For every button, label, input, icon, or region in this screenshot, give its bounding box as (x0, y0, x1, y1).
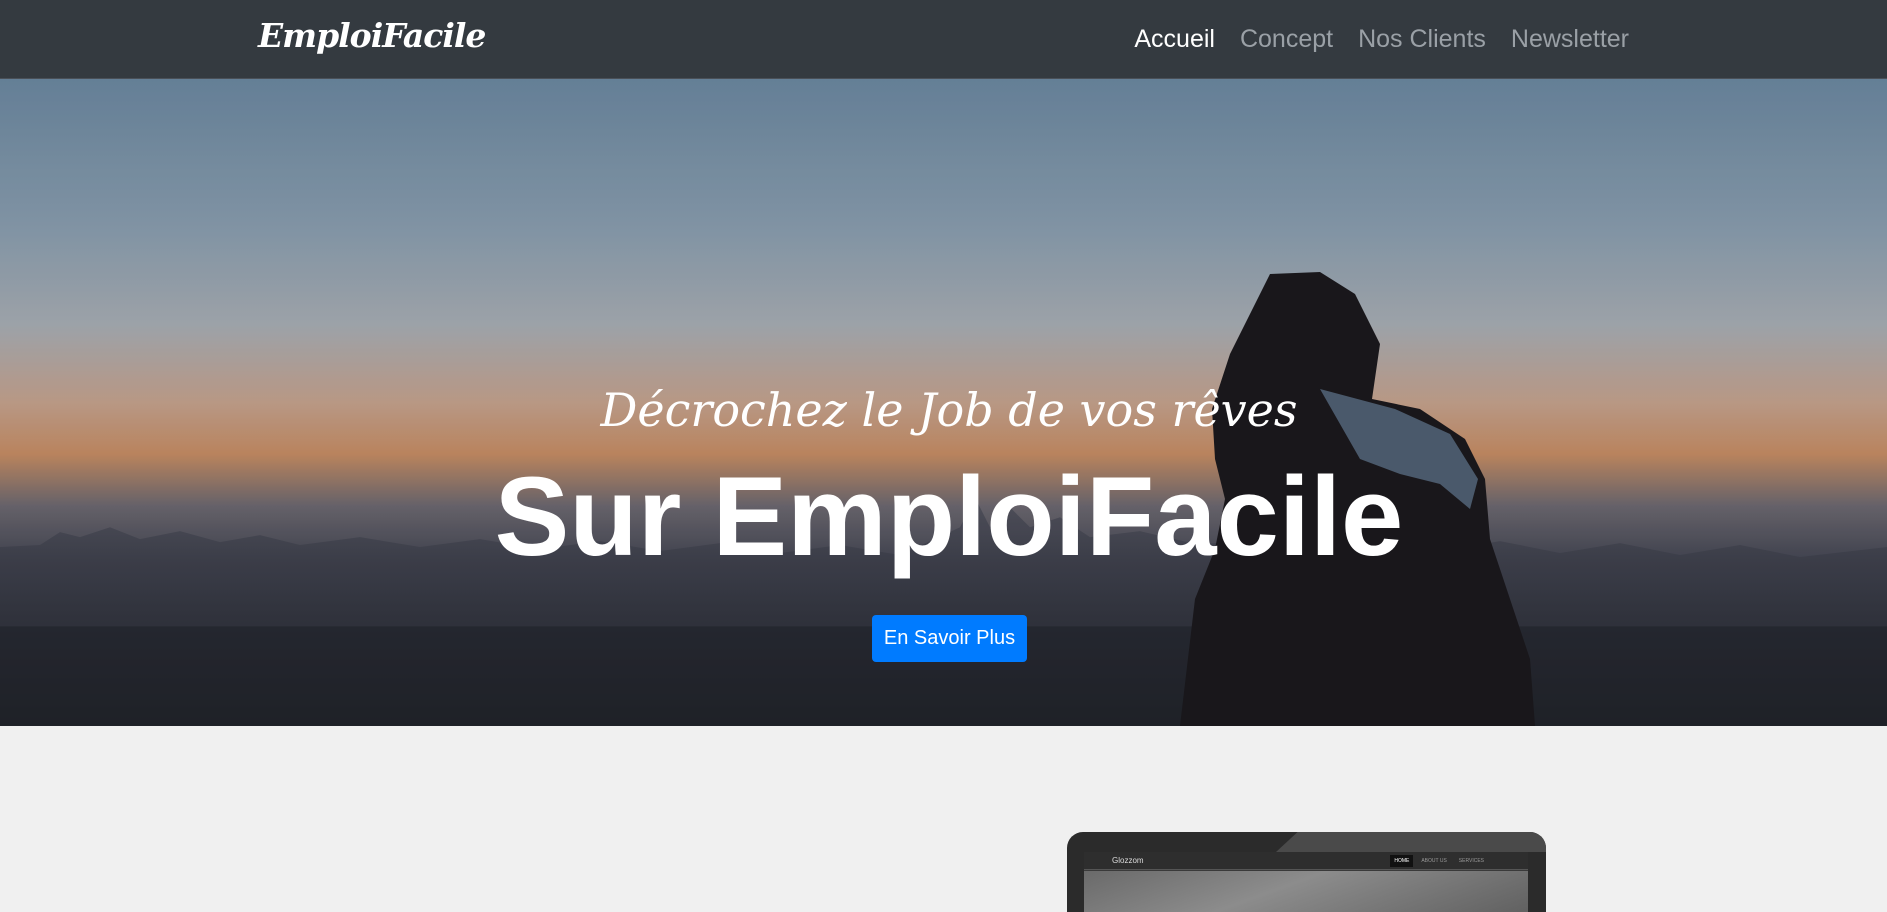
nav-link-nos-clients[interactable]: Nos Clients (1358, 25, 1486, 54)
laptop-screen-hero-image (1084, 871, 1528, 912)
nav-link-accueil[interactable]: Accueil (1134, 25, 1215, 54)
nav-link-newsletter[interactable]: Newsletter (1511, 25, 1629, 54)
laptop-screen-menu-services: SERVICES (1458, 858, 1484, 864)
concept-section: Glozzom HOME ABOUT US SERVICES (0, 726, 1887, 912)
learn-more-button[interactable]: En Savoir Plus (872, 615, 1027, 662)
hero-section: Décrochez le Job de vos rêves Sur Emploi… (0, 79, 1887, 726)
laptop-screen-menu: HOME ABOUT US SERVICES (1390, 855, 1488, 867)
nav-link-concept[interactable]: Concept (1240, 25, 1333, 54)
laptop-glare (1276, 832, 1546, 852)
laptop-screen-brand: Glozzom (1112, 856, 1144, 865)
laptop-mockup: Glozzom HOME ABOUT US SERVICES (1067, 832, 1546, 912)
navbar: EmploiFacile Accueil Concept Nos Clients… (0, 0, 1887, 79)
hero-subtitle: Décrochez le Job de vos rêves (600, 383, 1298, 437)
nav-links: Accueil Concept Nos Clients Newsletter (1134, 0, 1629, 79)
laptop-screen-menu-about: ABOUT US (1421, 858, 1447, 864)
laptop-screen: Glozzom HOME ABOUT US SERVICES (1084, 852, 1528, 912)
hero-title: Sur EmploiFacile (494, 454, 1404, 579)
laptop-screen-menu-home: HOME (1390, 855, 1414, 867)
laptop-screen-navbar: Glozzom HOME ABOUT US SERVICES (1084, 852, 1528, 870)
brand-logo[interactable]: EmploiFacile (258, 16, 486, 55)
